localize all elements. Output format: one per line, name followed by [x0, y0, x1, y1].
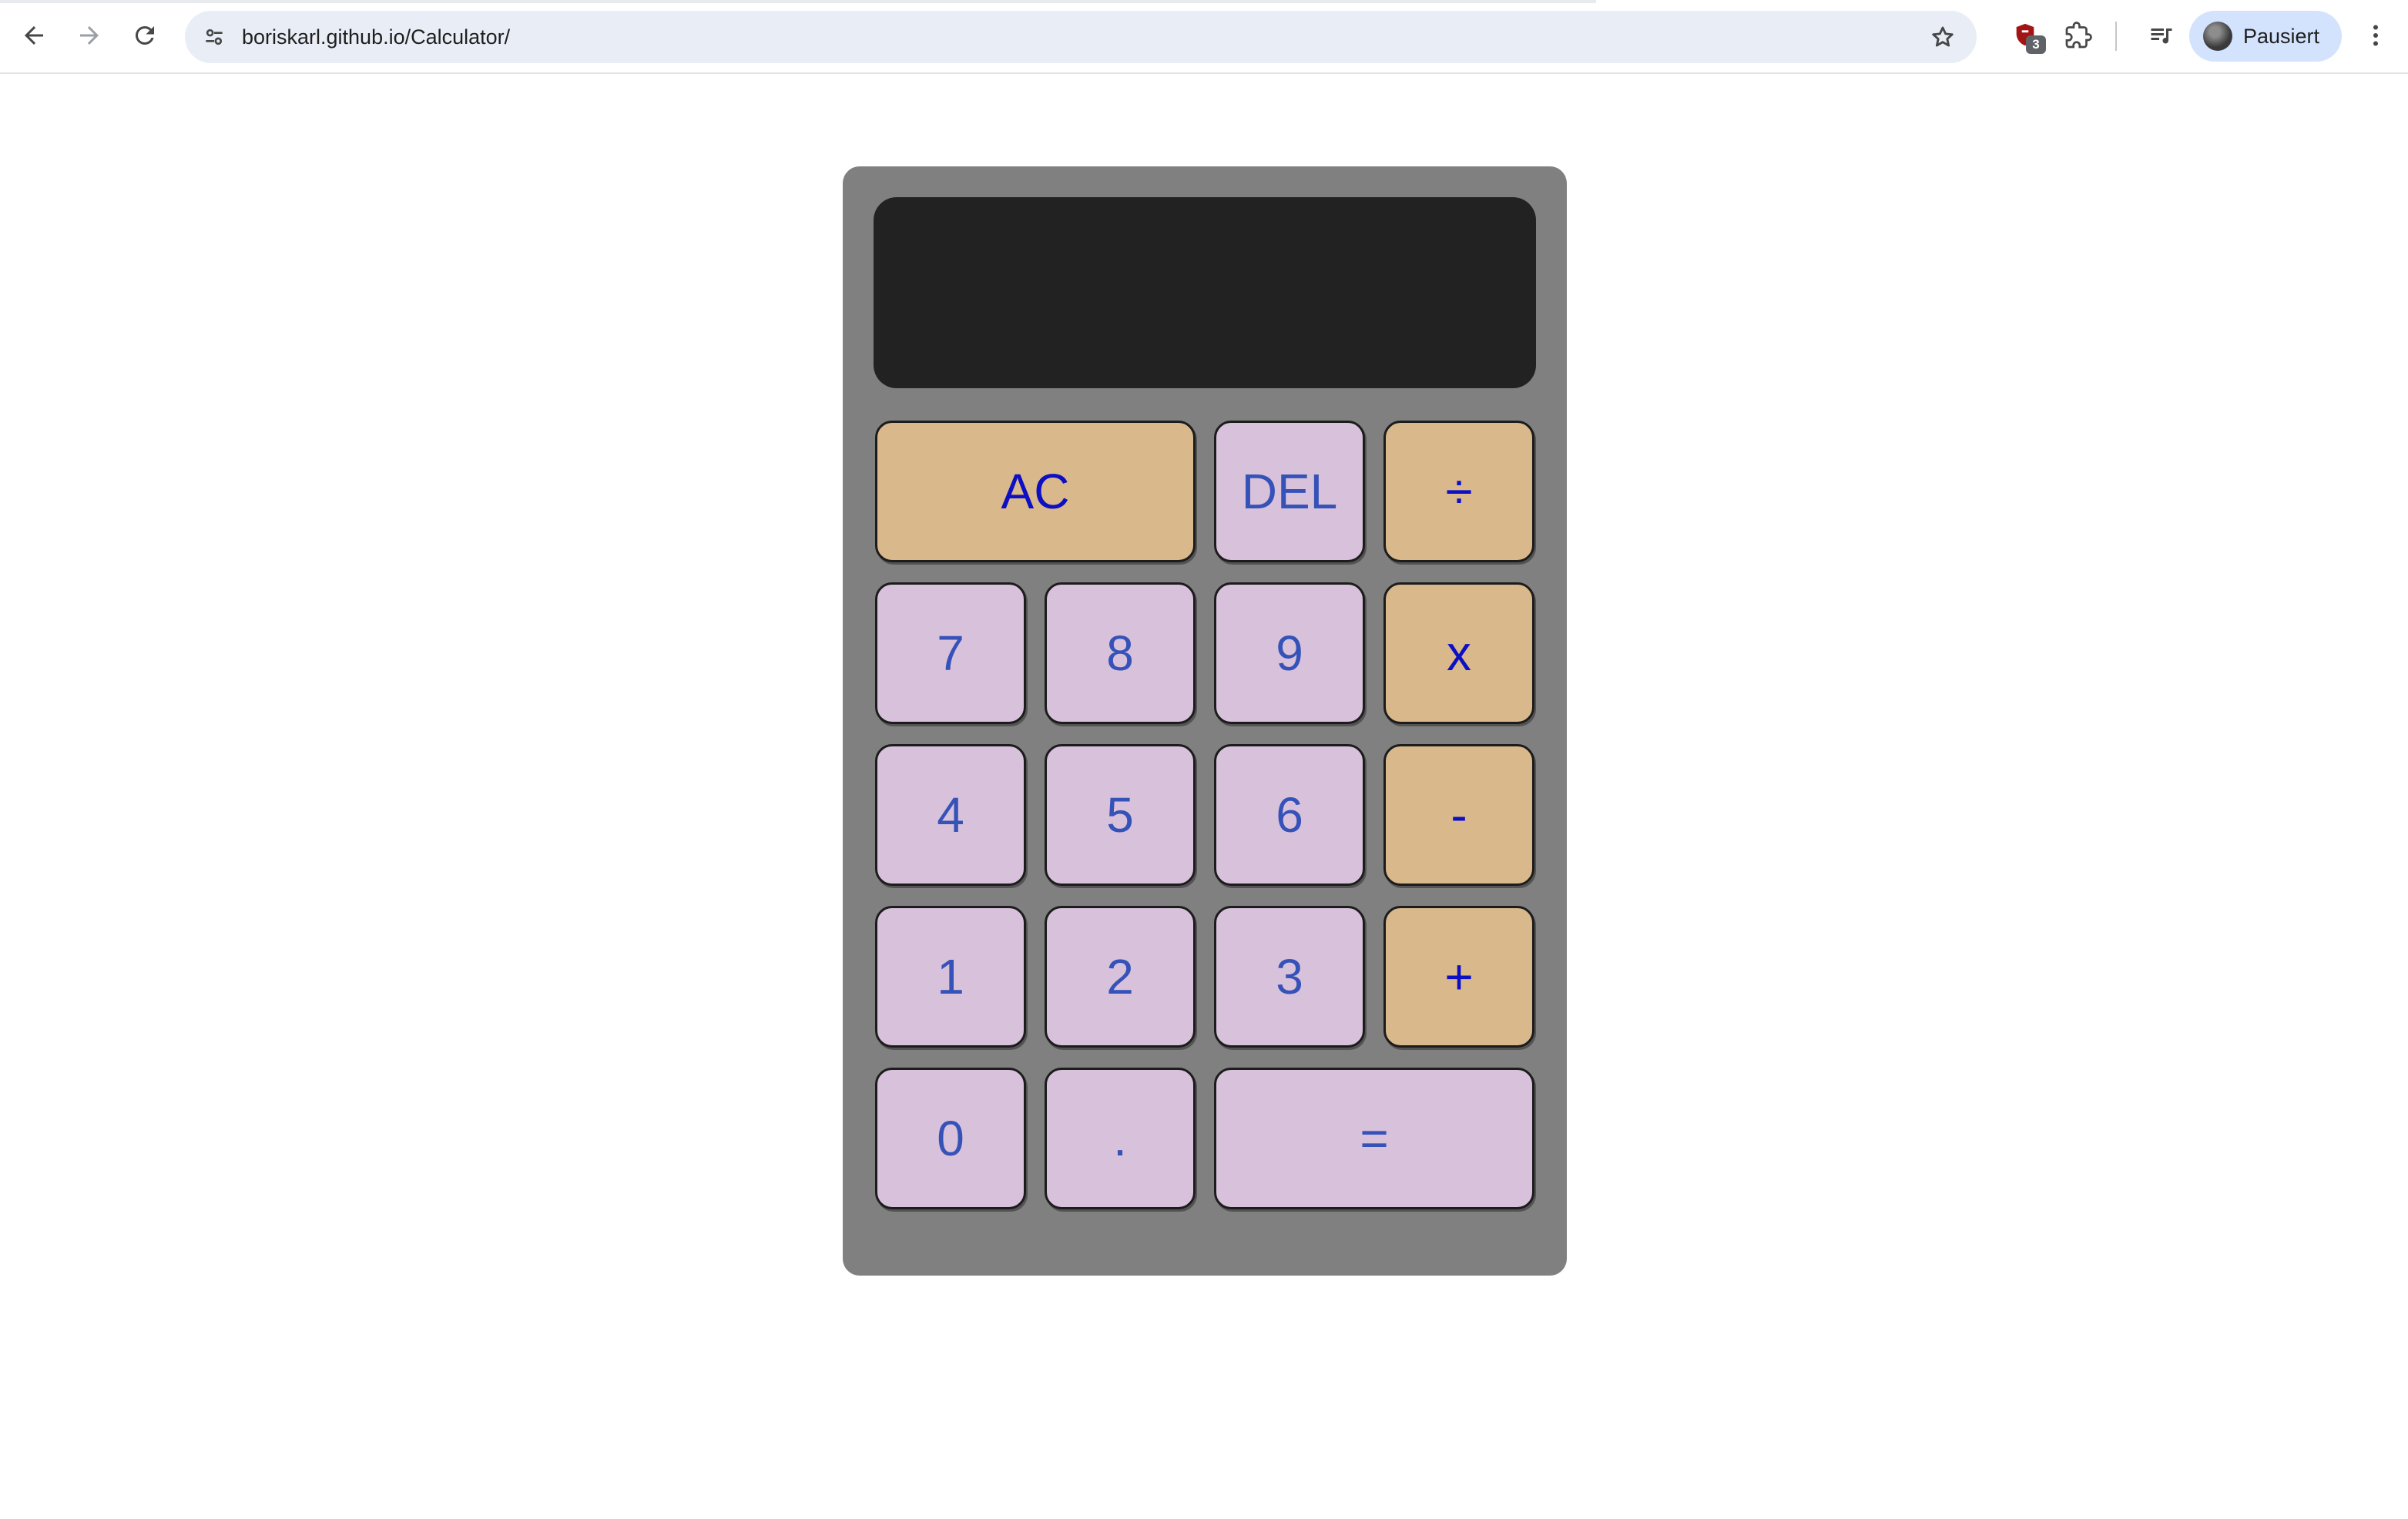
clear-all-button[interactable]: AC: [875, 421, 1196, 562]
digit-2-button[interactable]: 2: [1045, 906, 1196, 1048]
calculator-display: [874, 197, 1536, 388]
loading-indicator: [0, 0, 1596, 3]
toolbar-separator: [2115, 22, 2117, 51]
avatar: [2203, 22, 2232, 51]
puzzle-icon: [2065, 22, 2092, 49]
calculator: AC DEL ÷ 7 8 9 x 4 5 6 - 1 2 3 + 0 . =: [843, 166, 1567, 1276]
forward-button[interactable]: [71, 17, 108, 54]
equals-button[interactable]: =: [1214, 1068, 1534, 1209]
tune-icon: [206, 29, 223, 45]
profile-button[interactable]: Pausiert: [2189, 11, 2342, 62]
reload-button[interactable]: [126, 17, 163, 54]
media-controls-button[interactable]: [2143, 17, 2180, 54]
delete-button[interactable]: DEL: [1214, 421, 1365, 562]
extensions-menu-button[interactable]: [2060, 17, 2097, 54]
digit-5-button[interactable]: 5: [1045, 744, 1196, 886]
digit-7-button[interactable]: 7: [875, 582, 1026, 724]
subtract-button[interactable]: -: [1383, 744, 1534, 886]
profile-label: Pausiert: [2243, 25, 2320, 48]
url-text[interactable]: boriskarl.github.io/Calculator/: [242, 23, 510, 51]
digit-9-button[interactable]: 9: [1214, 582, 1365, 724]
browser-menu-button[interactable]: [2357, 17, 2394, 54]
digit-3-button[interactable]: 3: [1214, 906, 1365, 1048]
decimal-button[interactable]: .: [1045, 1068, 1196, 1209]
arrow-right-icon: [80, 26, 99, 45]
bookmark-button[interactable]: [1926, 20, 1960, 54]
digit-1-button[interactable]: 1: [875, 906, 1026, 1048]
add-button[interactable]: +: [1383, 906, 1534, 1048]
kebab-menu-icon: [2373, 25, 2378, 46]
digit-6-button[interactable]: 6: [1214, 744, 1365, 886]
site-info-button[interactable]: [197, 20, 231, 54]
media-queue-icon: [2151, 29, 2172, 44]
star-icon: [1932, 26, 1954, 47]
digit-0-button[interactable]: 0: [875, 1068, 1026, 1209]
arrow-left-icon: [25, 26, 43, 45]
extension-badge-count: 3: [2026, 35, 2046, 54]
reload-icon: [135, 25, 154, 45]
back-button[interactable]: [15, 17, 52, 54]
digit-4-button[interactable]: 4: [875, 744, 1026, 886]
digit-8-button[interactable]: 8: [1045, 582, 1196, 724]
browser-toolbar: boriskarl.github.io/Calculator/ 3 Pausie…: [0, 0, 2408, 74]
extension-button[interactable]: 3: [2012, 22, 2046, 55]
address-bar[interactable]: boriskarl.github.io/Calculator/: [185, 11, 1977, 63]
divide-button[interactable]: ÷: [1383, 421, 1534, 562]
multiply-button[interactable]: x: [1383, 582, 1534, 724]
